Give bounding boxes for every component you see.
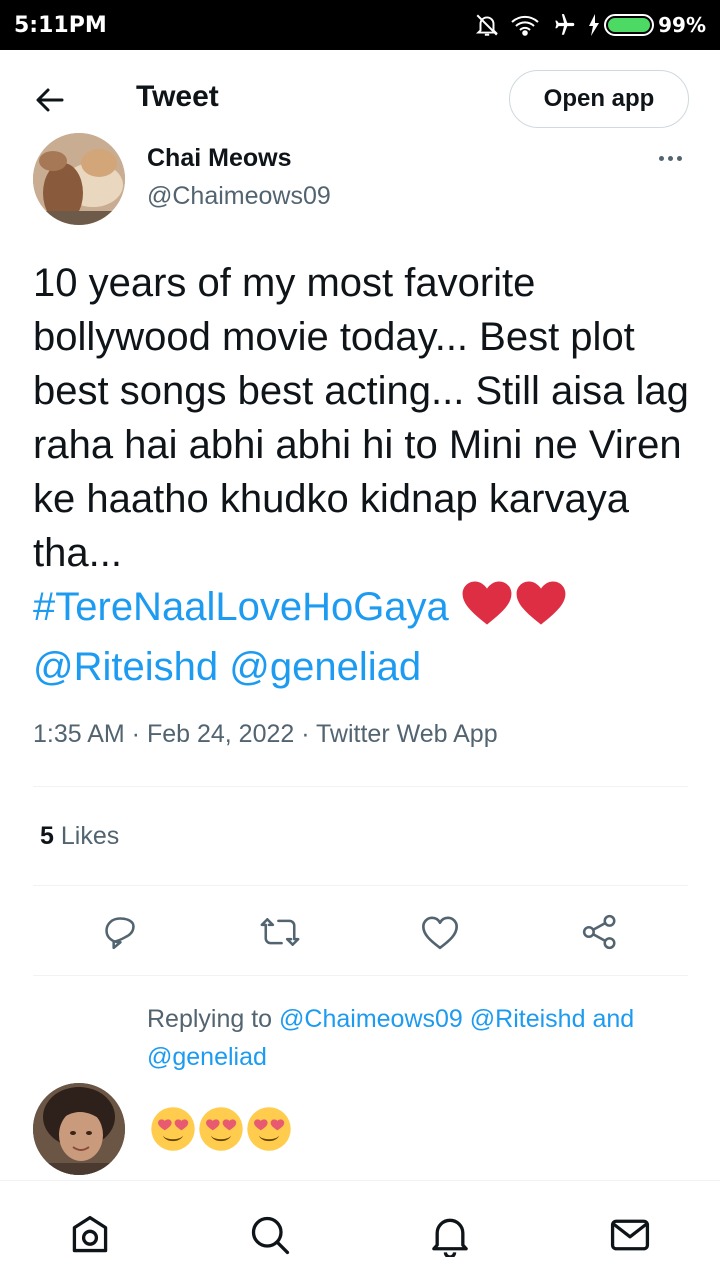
tweet-text-body: 10 years of my most favorite bollywood m… (33, 261, 689, 575)
reply-author-avatar[interactable] (33, 1083, 125, 1175)
status-icons: 99% (474, 12, 706, 38)
charging-bolt-icon (588, 14, 600, 36)
divider (33, 975, 688, 976)
replying-and: and (592, 1005, 635, 1033)
replying-to: Replying to @Chaimeows09 @Riteishd and @… (147, 1000, 692, 1076)
home-icon[interactable] (66, 1211, 114, 1259)
mention-link[interactable]: @geneliad (147, 1043, 267, 1071)
divider (33, 786, 688, 787)
notifications-icon[interactable] (426, 1211, 474, 1259)
retweet-icon[interactable] (254, 906, 306, 958)
battery-percent: 99% (658, 13, 706, 37)
mention-link[interactable]: @Chaimeows09 (279, 1005, 463, 1033)
status-time: 5:11PM (14, 12, 107, 38)
messages-icon[interactable] (606, 1211, 654, 1259)
mention-link[interactable]: @Riteishd (470, 1005, 586, 1033)
mention-link[interactable]: @geneliad (229, 645, 421, 689)
battery-icon (604, 14, 655, 36)
author-name[interactable]: Chai Meows (147, 144, 291, 173)
divider (33, 885, 688, 886)
battery: 99% (588, 13, 706, 37)
likes-label: Likes (60, 822, 120, 850)
author-handle[interactable]: @Chaimeows09 (147, 182, 331, 211)
airplane-icon (550, 12, 578, 38)
heart-eyes-emoji (198, 1106, 244, 1157)
hashtag-link[interactable]: #TereNaalLoveHoGaya (33, 585, 449, 629)
share-icon[interactable] (574, 906, 626, 958)
page-title: Tweet (136, 80, 219, 113)
like-icon[interactable] (414, 906, 466, 958)
tweet-text: 10 years of my most favorite bollywood m… (33, 256, 697, 694)
replying-prefix: Replying to (147, 1005, 273, 1033)
mention-link[interactable]: @Riteishd (33, 645, 218, 689)
search-icon[interactable] (246, 1211, 294, 1259)
reply-icon[interactable] (94, 906, 146, 958)
back-arrow-icon[interactable] (32, 82, 68, 118)
reply-text (150, 1106, 292, 1157)
tweet-actions (0, 906, 720, 958)
notifications-off-icon (474, 12, 500, 38)
tweet-timestamp[interactable]: 1:35 AM · Feb 24, 2022 · Twitter Web App (33, 720, 498, 749)
wifi-icon (510, 12, 540, 38)
bottom-nav (0, 1180, 720, 1280)
likes-number: 5 (40, 822, 54, 850)
heart-eyes-emoji (150, 1106, 196, 1157)
more-options-icon[interactable] (652, 148, 688, 168)
red-heart-emoji (514, 580, 568, 640)
author-avatar[interactable] (33, 133, 125, 225)
status-bar: 5:11PM 99% (0, 0, 720, 50)
open-app-button[interactable]: Open app (509, 70, 689, 128)
header: Tweet Open app (0, 50, 720, 146)
battery-level (608, 18, 650, 32)
likes-count[interactable]: 5 Likes (40, 822, 119, 851)
heart-eyes-emoji (246, 1106, 292, 1157)
red-heart-emoji (460, 580, 514, 640)
